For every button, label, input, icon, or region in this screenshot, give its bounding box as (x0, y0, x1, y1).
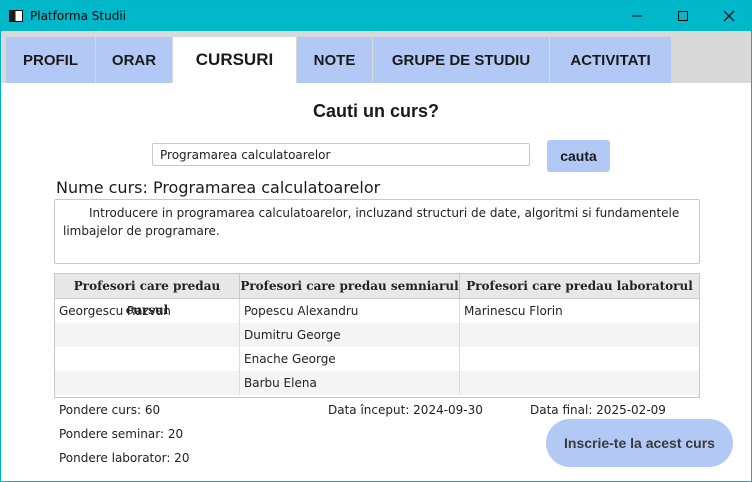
cell-curs (55, 323, 240, 347)
tab-orar[interactable]: ORAR (96, 37, 172, 83)
table-row[interactable]: Enache George (55, 347, 699, 371)
close-icon (723, 10, 735, 22)
cell-laborator (460, 347, 699, 371)
weight-curs: Pondere curs: 60 (59, 403, 161, 417)
cell-laborator (460, 371, 699, 395)
weight-seminar: Pondere seminar: 20 (59, 427, 184, 441)
start-date: Data început: 2024-09-30 (328, 403, 483, 417)
table-row[interactable]: Dumitru George (55, 323, 699, 347)
tab-activitati[interactable]: ACTIVITATI (550, 37, 671, 83)
window-title: Platforma Studii (30, 9, 126, 23)
cell-curs (55, 371, 240, 395)
course-description[interactable]: Introducere in programarea calculatoarel… (54, 199, 700, 264)
tab-profil[interactable]: PROFIL (6, 37, 95, 83)
search-button[interactable]: cauta (547, 140, 610, 172)
minimize-icon (632, 15, 642, 17)
end-date: Data final: 2025-02-09 (530, 403, 666, 417)
course-name-label: Nume curs: Programarea calculatoarelor (56, 178, 381, 197)
cell-seminar: Enache George (240, 347, 460, 371)
search-input[interactable]: Programarea calculatoarelor (152, 143, 530, 166)
close-button[interactable] (706, 1, 751, 31)
title-bar: Platforma Studii (1, 1, 751, 31)
cell-curs (55, 347, 240, 371)
maximize-icon (678, 11, 688, 21)
table-row[interactable]: Georgescu Razvan Popescu Alexandru Marin… (55, 299, 699, 323)
cell-laborator (460, 323, 699, 347)
app-window: Platforma Studii PROFIL ORAR CURSURI NOT… (0, 0, 752, 482)
enroll-button[interactable]: Inscrie-te la acest curs (546, 419, 733, 467)
tab-bar: PROFIL ORAR CURSURI NOTE GRUPE DE STUDIU… (1, 31, 751, 83)
professors-table: Profesori care predau cursul Profesori c… (54, 273, 700, 398)
table-row[interactable]: Barbu Elena (55, 371, 699, 395)
cell-curs: Georgescu Razvan (55, 299, 240, 323)
page-heading: Cauti un curs? (312, 101, 439, 121)
cell-seminar: Barbu Elena (240, 371, 460, 395)
tab-note[interactable]: NOTE (297, 37, 372, 83)
column-header-seminar[interactable]: Profesori care predau semniarul (240, 274, 460, 298)
maximize-button[interactable] (660, 1, 706, 31)
column-header-laborator[interactable]: Profesori care predau laboratorul (460, 274, 699, 298)
minimize-button[interactable] (614, 1, 660, 31)
tab-cursuri[interactable]: CURSURI (173, 37, 296, 83)
app-icon (9, 9, 23, 22)
column-header-curs[interactable]: Profesori care predau cursul (55, 274, 240, 317)
cell-seminar: Dumitru George (240, 323, 460, 347)
cell-seminar: Popescu Alexandru (240, 299, 460, 323)
table-header: Profesori care predau cursul Profesori c… (55, 274, 699, 317)
tab-grupe-de-studiu[interactable]: GRUPE DE STUDIU (373, 37, 549, 83)
cell-laborator: Marinescu Florin (464, 304, 563, 318)
weight-laborator: Pondere laborator: 20 (59, 451, 190, 465)
